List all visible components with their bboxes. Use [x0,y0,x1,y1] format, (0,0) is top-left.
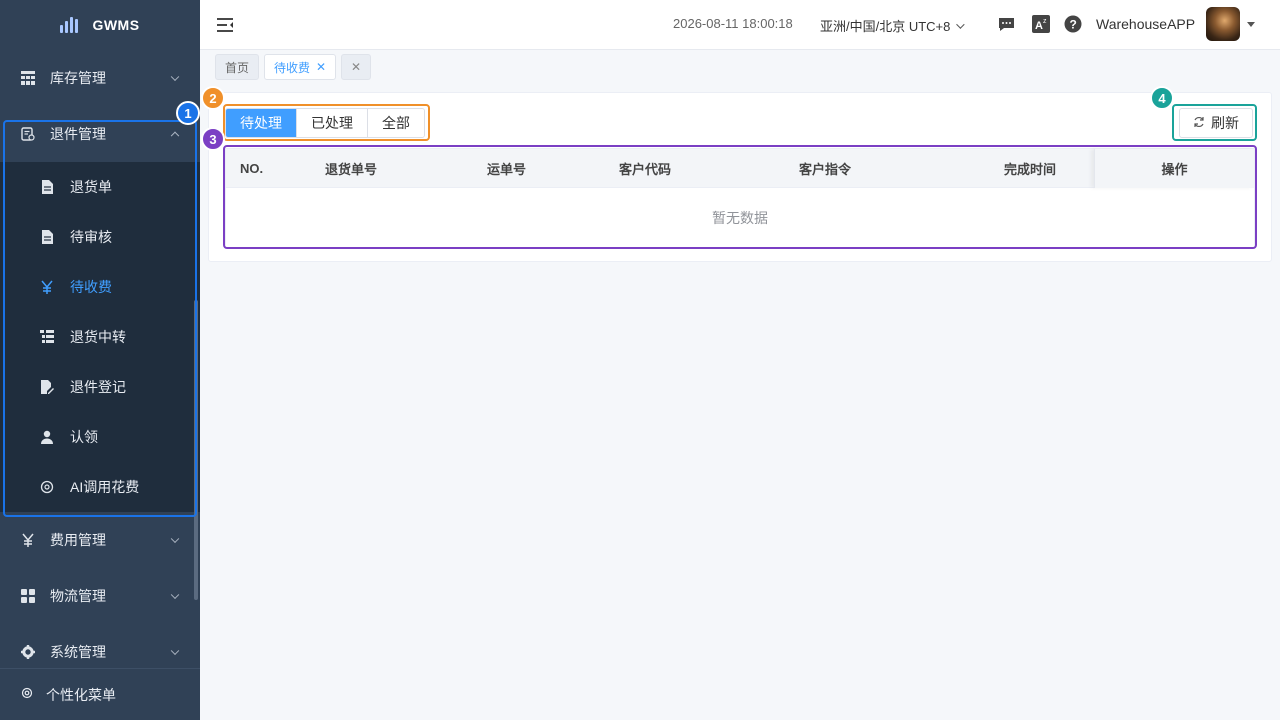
return-doc-icon [20,126,36,142]
tag-label: 首页 [225,60,250,75]
menu-label: 退件管理 [50,126,106,142]
submenu-label: 待收费 [70,279,112,295]
submenu-label: 退货单 [70,179,112,195]
svg-text:?: ? [1070,18,1077,32]
refresh-button[interactable]: 刷新 [1179,108,1253,138]
top-header: 2026-08-11 18:00:18 亚洲/中国/北京 UTC+8 Az ? … [200,0,1280,50]
help-icon[interactable]: ? [1064,15,1082,33]
chevron-down-icon [956,19,966,29]
submenu-label: 待审核 [70,229,112,245]
annotation-badge: 2 [201,86,225,110]
submenu-label: 认领 [70,429,98,445]
submenu-item-pending-charge[interactable]: 待收费 [0,262,200,312]
chevron-down-icon [170,646,180,656]
footer-label: 个性化菜单 [46,686,116,703]
coin-icon [40,480,54,494]
col-completed-time[interactable]: 完成时间 [990,149,1090,188]
col-customer-code[interactable]: 客户代码 [605,149,785,188]
timezone-label: 亚洲/中国/北京 UTC+8 [820,19,951,34]
yen-icon [20,532,36,548]
list-tree-icon [40,330,54,344]
tag-unnamed[interactable]: ✕ [341,54,372,80]
filter-all[interactable]: 全部 [368,109,424,137]
chevron-up-icon [170,131,180,141]
username[interactable]: WarehouseAPP [1096,16,1195,32]
chevron-down-icon [170,72,180,82]
yen-icon [40,280,54,294]
document-icon [40,180,54,194]
close-icon[interactable]: ✕ [351,60,361,74]
menu-label: 物流管理 [50,588,106,604]
filter-pending[interactable]: 待处理 [226,109,297,137]
returns-submenu: 退货单 待审核 待收费 退货中转 退件登记 认领 AI调用花费 [0,162,200,512]
submenu-item-return-order[interactable]: 退货单 [0,162,200,212]
annotation-badge: 3 [201,127,225,151]
submenu-item-ai-cost[interactable]: AI调用花费 [0,462,200,512]
filter-processed[interactable]: 已处理 [297,109,368,137]
submenu-label: 退货中转 [70,329,126,345]
menu-inventory[interactable]: 库存管理 [0,50,200,106]
empty-state: 暂无数据 [712,210,768,226]
user-icon [40,430,54,444]
menu-logistics[interactable]: 物流管理 [0,568,200,624]
tags-view: 首页 待收费 ✕ ✕ [200,50,1280,84]
gear-icon [20,644,36,660]
message-icon[interactable] [997,15,1015,33]
menu-returns[interactable]: 退件管理 [0,106,200,162]
menu-label: 系统管理 [50,644,106,660]
sidebar-scrollbar[interactable] [194,300,198,600]
table-header: NO. 退货单号 运单号 客户代码 客户指令 完成时间 操作 [226,149,1254,188]
apps-icon [20,588,36,604]
data-table: NO. 退货单号 运单号 客户代码 客户指令 完成时间 操作 暂无数据 [225,148,1255,248]
current-datetime: 2026-08-11 18:00:18 [673,16,793,31]
logo-icon [60,17,79,33]
col-return-number[interactable]: 退货单号 [311,149,473,188]
col-operations[interactable]: 操作 [1094,149,1254,188]
tag-pending-charge[interactable]: 待收费 ✕ [264,54,337,80]
tag-home[interactable]: 首页 [215,54,260,80]
custom-menu-link[interactable]: 个性化菜单 [0,668,200,720]
submenu-item-return-transit[interactable]: 退货中转 [0,312,200,362]
svg-text:z: z [1043,18,1047,25]
chevron-down-icon [170,534,180,544]
submenu-item-pending-review[interactable]: 待审核 [0,212,200,262]
svg-text:A: A [1035,20,1043,32]
translate-icon[interactable]: Az [1032,15,1050,33]
annotation-badge: 1 [176,101,200,125]
document-icon [40,230,54,244]
submenu-label: 退件登记 [70,379,126,395]
caret-down-icon[interactable] [1247,22,1255,27]
main-panel: 待处理 已处理 全部 刷新 NO. 退货单号 运单号 客户代码 客户指令 完成时… [208,92,1272,262]
menu-label: 费用管理 [50,532,106,548]
submenu-item-return-register[interactable]: 退件登记 [0,362,200,412]
app-name: GWMS [92,17,140,33]
submenu-label: AI调用花费 [70,479,140,495]
col-waybill[interactable]: 运单号 [473,149,605,188]
avatar[interactable] [1206,7,1240,41]
collapse-menu-icon[interactable] [216,16,234,34]
col-customer-instruction[interactable]: 客户指令 [785,149,990,188]
menu-label: 库存管理 [50,70,106,86]
close-icon[interactable]: ✕ [316,60,326,74]
annotation-badge: 4 [1150,86,1174,110]
status-filter-tabs: 待处理 已处理 全部 [225,108,425,138]
grid-table-icon [20,70,36,86]
col-no[interactable]: NO. [226,149,311,188]
refresh-icon [1193,115,1205,131]
edit-doc-icon [40,380,54,394]
app-logo[interactable]: GWMS [0,0,200,50]
submenu-item-claim[interactable]: 认领 [0,412,200,462]
timezone-select[interactable]: 亚洲/中国/北京 UTC+8 [820,16,966,35]
sidebar: GWMS 库存管理 退件管理 退货单 待审核 待收费 退货中转 退件登记 认领 … [0,0,200,720]
tag-label: 待收费 [274,60,311,75]
chevron-down-icon [170,590,180,600]
menu-fees[interactable]: 费用管理 [0,512,200,568]
settings-icon [20,686,34,703]
refresh-label: 刷新 [1211,115,1239,131]
